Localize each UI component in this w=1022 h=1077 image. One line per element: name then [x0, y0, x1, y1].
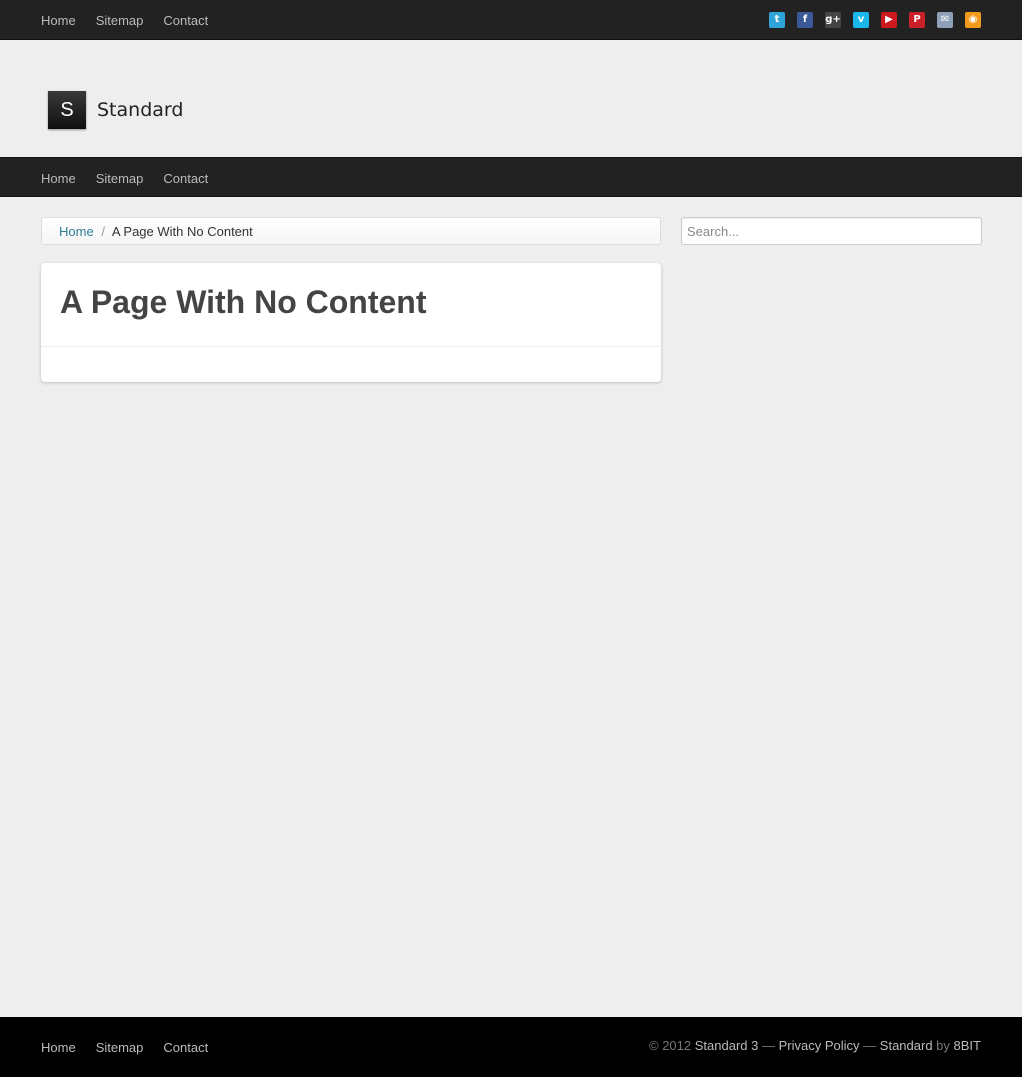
top-nav-home[interactable]: Home [41, 13, 76, 28]
top-nav-contact[interactable]: Contact [163, 13, 208, 28]
copyright-text: © 2012 [649, 1038, 692, 1053]
pinterest-icon[interactable]: P [909, 12, 925, 28]
page-title: A Page With No Content [60, 284, 427, 320]
breadcrumb-home[interactable]: Home [59, 224, 94, 239]
top-nav: Home Sitemap Contact [41, 13, 208, 28]
youtube-icon[interactable]: ▶ [881, 12, 897, 28]
main-nav-bar: Home Sitemap Contact [0, 157, 1022, 197]
rss-icon[interactable]: ◉ [965, 12, 981, 28]
site-header: S Standard [0, 40, 1022, 157]
main-nav-home[interactable]: Home [41, 171, 76, 186]
footer-nav-home[interactable]: Home [41, 1040, 76, 1055]
breadcrumb-current: A Page With No Content [111, 224, 253, 239]
footer-nav-contact[interactable]: Contact [163, 1040, 208, 1055]
search-input[interactable] [681, 217, 982, 245]
author-link[interactable]: 8BIT [954, 1038, 981, 1053]
footer-nav: Home Sitemap Contact [41, 1040, 208, 1055]
credits-by: by [936, 1038, 950, 1053]
main-nav-sitemap[interactable]: Sitemap [96, 171, 144, 186]
theme-link[interactable]: Standard 3 [695, 1038, 759, 1053]
facebook-icon[interactable]: f [797, 12, 813, 28]
post-divider [41, 346, 661, 347]
top-bar: Home Sitemap Contact t f g+ v ▶ P ✉ ◉ [0, 0, 1022, 40]
breadcrumb-separator: / [101, 224, 105, 239]
theme-name-link[interactable]: Standard [880, 1038, 933, 1053]
post-card: A Page With No Content [41, 263, 661, 382]
vimeo-icon[interactable]: v [853, 12, 869, 28]
top-nav-sitemap[interactable]: Sitemap [96, 13, 144, 28]
main-nav-contact[interactable]: Contact [163, 171, 208, 186]
credits-dash: — [761, 1038, 775, 1053]
breadcrumb: Home / A Page With No Content [41, 217, 661, 245]
site-footer: Home Sitemap Contact © 2012 Standard 3 —… [0, 1017, 1022, 1077]
privacy-policy-link[interactable]: Privacy Policy [779, 1038, 860, 1053]
credits-dash: — [863, 1038, 877, 1053]
logo-icon[interactable]: S [48, 91, 86, 129]
footer-credits: © 2012 Standard 3 — Privacy Policy — Sta… [649, 1038, 981, 1053]
twitter-icon[interactable]: t [769, 12, 785, 28]
social-icons: t f g+ v ▶ P ✉ ◉ [769, 12, 981, 28]
footer-nav-sitemap[interactable]: Sitemap [96, 1040, 144, 1055]
site-title[interactable]: Standard [97, 99, 183, 121]
email-icon[interactable]: ✉ [937, 12, 953, 28]
main-nav: Home Sitemap Contact [41, 171, 208, 186]
google-plus-icon[interactable]: g+ [825, 12, 841, 28]
